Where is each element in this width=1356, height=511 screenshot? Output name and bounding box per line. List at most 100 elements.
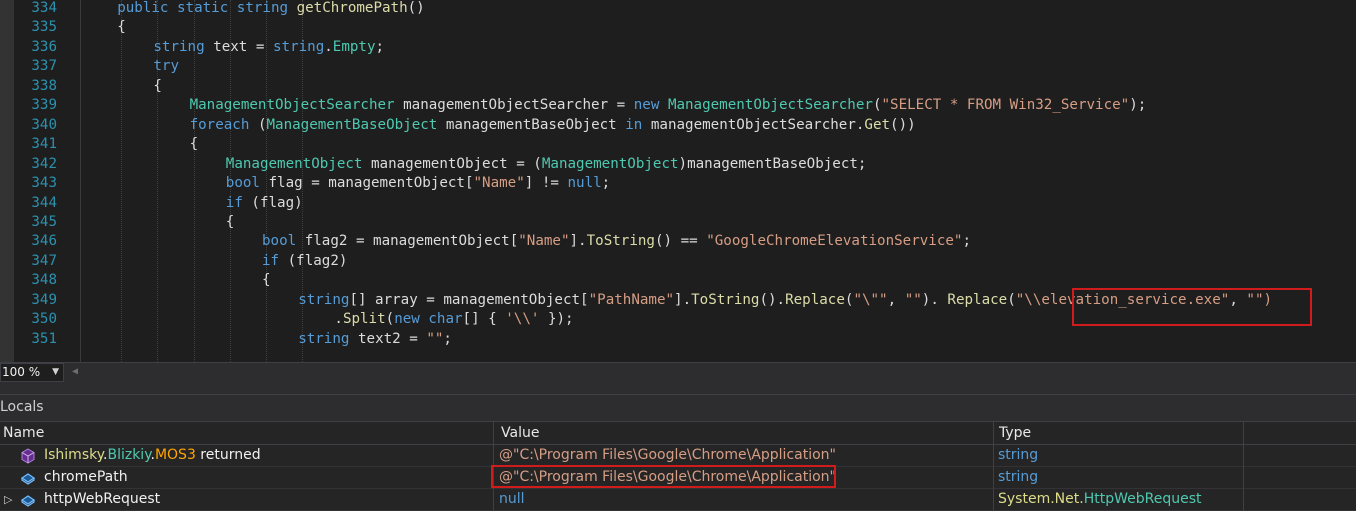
code-line[interactable]: 339 ManagementObjectSearcher managementOb… — [0, 95, 1356, 115]
code-token: '\\' — [505, 311, 540, 328]
code-token: string — [298, 330, 358, 347]
code-token: flag = managementObject[ — [268, 175, 474, 192]
code-line[interactable]: 343 bool flag = managementObject["Name"] … — [0, 173, 1356, 193]
code-token: { — [153, 77, 162, 94]
code-token: ]. — [674, 291, 692, 308]
code-token: ); — [1129, 97, 1147, 114]
locals-row[interactable]: ▷ httpWebRequest null System.Net.HttpWebReq… — [0, 489, 1356, 511]
code-token: "" — [904, 291, 922, 308]
code-token: null — [567, 175, 602, 192]
scroll-left-icon[interactable]: ◀ — [72, 366, 78, 377]
type-part: System.Net. — [998, 491, 1084, 507]
zoom-level: 100 % — [2, 365, 41, 379]
highlight-box-chromepath-value — [491, 465, 836, 488]
code-token: ToString — [586, 233, 655, 250]
code-token: [] array = managementObject[ — [349, 291, 589, 308]
line-number: 350 — [31, 311, 57, 328]
code-token: string — [153, 38, 214, 55]
code-token: string — [298, 291, 350, 308]
locals-value[interactable]: null — [494, 489, 994, 511]
code-text: { — [190, 134, 199, 154]
name-part: Blizkiy — [107, 447, 151, 463]
code-token: bool — [262, 233, 305, 250]
code-token: "" — [426, 330, 444, 347]
locals-value[interactable]: @"C:\Program Files\Google\Chrome\Applica… — [494, 445, 994, 467]
line-number: 334 — [31, 0, 57, 16]
locals-title: Locals — [0, 399, 44, 415]
code-line[interactable]: 344 if (flag) — [0, 193, 1356, 213]
code-editor[interactable]: 334 public static string getChromePath() 3… — [0, 0, 1356, 362]
code-token: [] { — [462, 311, 506, 328]
code-line[interactable]: 346 bool flag2 = managementObject["Name"]… — [0, 231, 1356, 251]
locals-panel-header: Locals — [0, 394, 1356, 421]
code-token: ()) — [890, 116, 916, 133]
line-number: 351 — [31, 330, 57, 347]
code-text: ManagementObject managementObject = (Man… — [226, 154, 867, 174]
code-line[interactable]: 347 if (flag2) — [0, 251, 1356, 271]
column-header-value[interactable]: Value — [494, 422, 994, 444]
code-line[interactable]: 338 { — [0, 76, 1356, 96]
chevron-down-icon[interactable]: ▼ — [52, 364, 59, 381]
locals-grid: Name Value Type Ishimsky.Blizkiy.MOS3 re… — [0, 421, 1356, 511]
code-text: foreach (ManagementBaseObject management… — [190, 115, 916, 135]
code-token: ). — [921, 291, 948, 308]
code-token: char — [428, 311, 463, 328]
code-token: , — [887, 291, 905, 308]
code-token: managementBaseObject — [445, 116, 626, 133]
code-token: (flag2) — [287, 252, 348, 269]
code-token: "Name" — [473, 175, 525, 192]
highlight-box-elevation-service — [1072, 288, 1312, 326]
code-token: Split — [342, 311, 386, 328]
code-token: text = — [213, 38, 273, 55]
locals-grid-header: Name Value Type — [0, 421, 1356, 445]
code-token: ; — [601, 175, 611, 192]
zoom-bar: 100 % ▼ ◀ — [0, 362, 1356, 382]
line-number: 338 — [31, 77, 57, 94]
code-line[interactable]: 335 { — [0, 17, 1356, 37]
code-token: ; — [443, 330, 452, 347]
pane-splitter[interactable] — [0, 382, 1356, 394]
name-part: returned — [195, 447, 261, 463]
code-token: Empty — [332, 38, 376, 55]
code-text: string text2 = ""; — [298, 329, 452, 349]
column-header-name[interactable]: Name — [0, 422, 494, 444]
line-number: 335 — [31, 19, 57, 36]
column-header-type[interactable]: Type — [994, 422, 1244, 444]
zoom-combobox[interactable]: 100 % ▼ — [0, 363, 64, 382]
code-line[interactable]: 351 string text2 = ""; — [0, 329, 1356, 349]
code-token: { — [262, 272, 271, 289]
code-token: ManagementObjectSearcher — [667, 97, 873, 114]
code-text: { — [262, 270, 271, 290]
code-token: ; — [962, 233, 971, 250]
code-token: Replace — [947, 291, 1008, 308]
field-icon — [20, 492, 36, 508]
code-text: string text = string.Empty; — [153, 37, 384, 57]
name-part: httpWebRequest — [44, 491, 161, 507]
code-token: if — [262, 252, 288, 269]
line-number: 340 — [31, 116, 57, 133]
code-token: flag2 = managementObject[ — [304, 233, 519, 250]
expand-arrow-icon[interactable]: ▷ — [4, 489, 12, 510]
code-token: managementObjectSearcher. — [650, 116, 865, 133]
locals-row[interactable]: Ishimsky.Blizkiy.MOS3 returned @"C:\Progr… — [0, 445, 1356, 467]
code-line[interactable]: 337 try — [0, 56, 1356, 76]
type-part: HttpWebRequest — [1083, 491, 1202, 507]
code-line[interactable]: 340 foreach (ManagementBaseObject managem… — [0, 115, 1356, 135]
code-token: getChromePath — [296, 0, 408, 16]
method-return-icon — [20, 448, 36, 464]
code-line[interactable]: 342 ManagementObject managementObject = (… — [0, 154, 1356, 174]
code-text: { — [153, 76, 162, 96]
code-line[interactable]: 341 { — [0, 134, 1356, 154]
locals-name-cell: chromePath — [0, 467, 494, 489]
code-token: managementObject = ( — [371, 155, 542, 172]
line-number: 342 — [31, 155, 57, 172]
code-line[interactable]: 345 { — [0, 212, 1356, 232]
code-token: "GoogleChromeElevationService" — [706, 233, 963, 250]
code-line[interactable]: 334 public static string getChromePath() — [0, 0, 1356, 18]
code-token: "Name" — [518, 233, 570, 250]
code-token: ManagementObjectSearcher — [189, 97, 404, 114]
code-line[interactable]: 336 string text = string.Empty; — [0, 37, 1356, 57]
field-icon — [20, 470, 36, 486]
locals-name-cell: Ishimsky.Blizkiy.MOS3 returned — [0, 445, 494, 467]
code-token: () — [407, 0, 425, 16]
